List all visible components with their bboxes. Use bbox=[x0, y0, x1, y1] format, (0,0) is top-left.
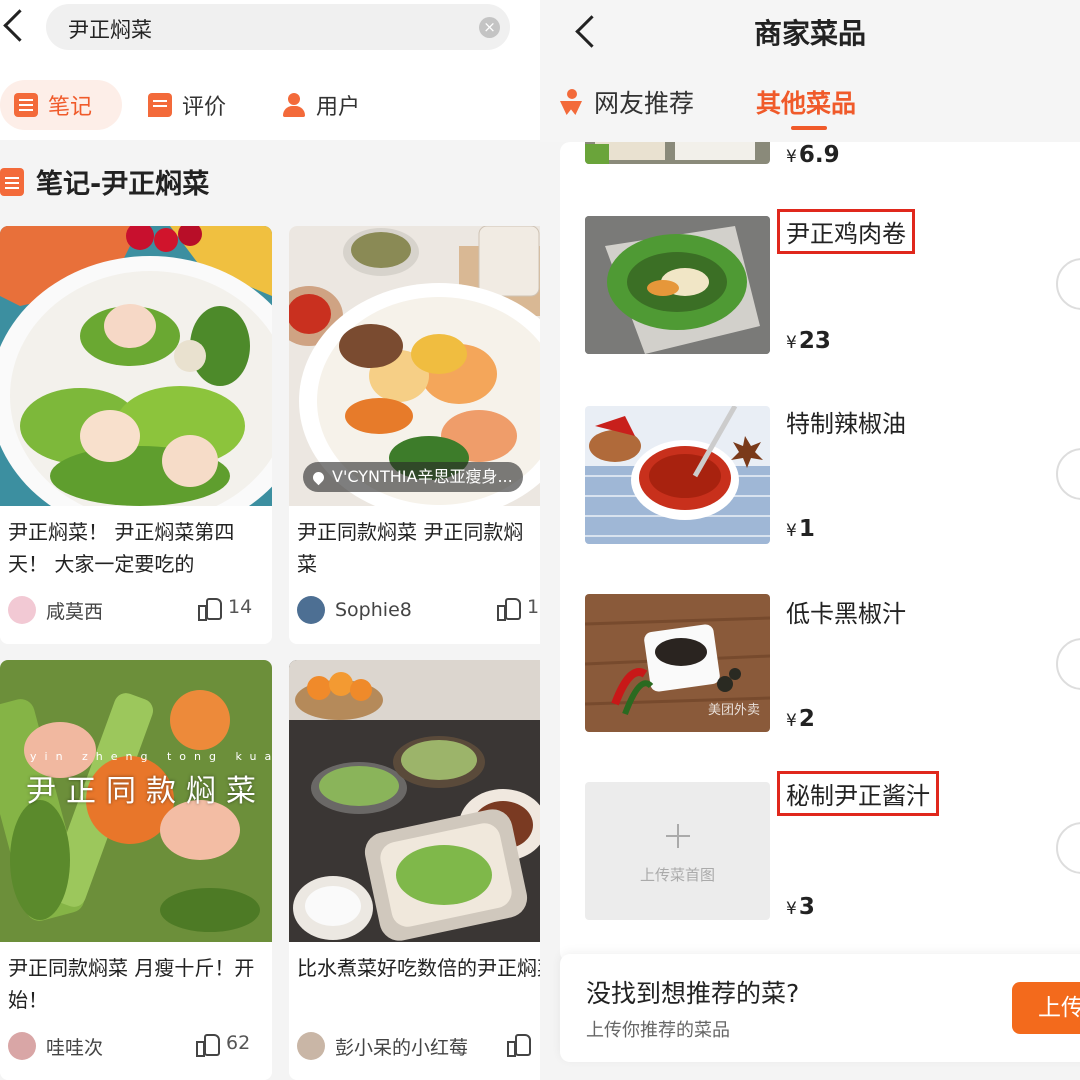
recommend-button[interactable] bbox=[1056, 822, 1080, 874]
image-watermark: 美团外卖 bbox=[707, 703, 760, 718]
dish-name-highlighted: 尹正鸡肉卷 bbox=[777, 209, 915, 254]
search-header: 尹正焖菜 × 笔记 评价 用户 bbox=[0, 0, 540, 140]
tab-user-recommend[interactable]: 网友推荐 bbox=[558, 84, 694, 120]
user-icon bbox=[282, 93, 306, 117]
dish-price: ¥2 bbox=[786, 706, 815, 732]
note-card[interactable]: 尹正焖菜！ 尹正焖菜第四天！ 大家一定要吃的 咸莫西 14 bbox=[0, 226, 272, 644]
like-count: 14 bbox=[228, 596, 253, 618]
author-name: Sophie8 bbox=[335, 599, 412, 621]
plus-icon bbox=[666, 824, 690, 848]
active-tab-indicator bbox=[791, 126, 827, 130]
page-title: 商家菜品 bbox=[753, 17, 866, 50]
dish-name-highlighted: 秘制尹正酱汁 bbox=[777, 771, 939, 816]
tab-reviews[interactable]: 评价 bbox=[148, 80, 226, 130]
tab-user-recommend-label: 网友推荐 bbox=[594, 89, 695, 118]
location-pin-icon bbox=[310, 469, 327, 485]
recommend-button[interactable] bbox=[1056, 638, 1080, 690]
tab-notes-label: 笔记 bbox=[48, 95, 93, 120]
search-input[interactable]: 尹正焖菜 × bbox=[46, 4, 510, 50]
tab-other-dishes[interactable]: 其他菜品 bbox=[756, 84, 856, 120]
note-card[interactable]: 比水煮菜好吃数倍的尹正焖菜我也来尝试一下减肉 彭小呆的小红莓 bbox=[289, 660, 540, 1080]
avatar bbox=[297, 596, 325, 624]
dish-image[interactable] bbox=[585, 142, 770, 164]
thumbs-up-icon bbox=[497, 596, 521, 621]
tab-notes[interactable]: 笔记 bbox=[0, 80, 122, 130]
note-image bbox=[289, 660, 540, 942]
location-badge[interactable]: V'CYNTHIA辛思亚瘦身... bbox=[303, 462, 523, 492]
like-count: 1 bbox=[527, 596, 540, 618]
like-button[interactable] bbox=[507, 1032, 537, 1057]
like-button[interactable]: 1 bbox=[497, 596, 540, 621]
note-author[interactable]: 哇哇次 bbox=[8, 1032, 103, 1060]
thumbs-up-icon bbox=[198, 596, 222, 621]
tab-reviews-label: 评价 bbox=[182, 95, 227, 120]
section-title: 笔记-尹正焖菜 bbox=[0, 162, 209, 201]
note-card[interactable]: V'CYNTHIA辛思亚瘦身... 尹正同款焖菜 尹正同款焖菜 Sophie8 … bbox=[289, 226, 540, 644]
note-image-overlay-text: 尹正同款焖菜 bbox=[26, 774, 266, 809]
note-author[interactable]: 彭小呆的小红莓 bbox=[297, 1032, 468, 1060]
merchant-dishes-panel: 商家菜品 网友推荐 其他菜品 ¥6.9 尹正鸡肉卷 ¥23 特制辣椒油 ¥1 美… bbox=[540, 0, 1080, 1080]
upload-placeholder-text: 上传菜首图 bbox=[639, 866, 715, 884]
page-header: 商家菜品 网友推荐 其他菜品 bbox=[540, 0, 1080, 142]
upload-button[interactable]: 上传 bbox=[1012, 982, 1080, 1034]
recommend-button[interactable] bbox=[1056, 258, 1080, 310]
back-arrow-icon[interactable] bbox=[0, 6, 30, 46]
like-button[interactable]: 14 bbox=[198, 596, 253, 621]
dish-price: ¥23 bbox=[786, 328, 831, 354]
dish-name: 特制辣椒油 bbox=[786, 410, 906, 438]
dish-image[interactable] bbox=[585, 216, 770, 354]
dish-price: ¥6.9 bbox=[786, 142, 840, 168]
recommend-button[interactable] bbox=[1056, 448, 1080, 500]
section-title-text: 笔记-尹正焖菜 bbox=[36, 169, 210, 200]
author-name: 哇哇次 bbox=[46, 1036, 104, 1059]
note-image bbox=[0, 226, 272, 506]
upload-prompt-subtitle: 上传你推荐的菜品 bbox=[586, 1020, 730, 1041]
clear-icon[interactable]: × bbox=[479, 17, 500, 38]
dish-price: ¥3 bbox=[786, 894, 815, 920]
upload-prompt-bar: 没找到想推荐的菜? 上传你推荐的菜品 上传 bbox=[560, 954, 1080, 1062]
dish-list[interactable]: ¥6.9 尹正鸡肉卷 ¥23 特制辣椒油 ¥1 美团外卖 低卡黑椒汁 ¥2 上传… bbox=[560, 142, 1080, 962]
dish-image[interactable]: 美团外卖 bbox=[585, 594, 770, 732]
review-icon bbox=[148, 93, 172, 117]
thumbs-up-icon bbox=[507, 1032, 531, 1057]
person-icon bbox=[558, 89, 584, 115]
dish-image[interactable] bbox=[585, 406, 770, 544]
avatar bbox=[8, 1032, 36, 1060]
note-title: 尹正同款焖菜 月瘦十斤！开始！ bbox=[8, 956, 255, 1012]
like-count: 62 bbox=[226, 1032, 251, 1054]
thumbs-up-icon bbox=[196, 1032, 220, 1057]
search-results-panel: 尹正焖菜 × 笔记 评价 用户 笔记-尹正焖菜 尹正焖菜！ 尹正焖菜第四天！ 大… bbox=[0, 0, 540, 1080]
note-card[interactable]: yin zheng tong kuan men cai 尹正同款焖菜 尹正同款焖… bbox=[0, 660, 272, 1080]
note-author[interactable]: 咸莫西 bbox=[8, 596, 103, 624]
avatar bbox=[8, 596, 36, 624]
note-image-overlay-pinyin: yin zheng tong kuan men cai bbox=[30, 750, 272, 763]
author-name: 彭小呆的小红莓 bbox=[335, 1036, 469, 1059]
note-title: 尹正焖菜！ 尹正焖菜第四天！ 大家一定要吃的 bbox=[8, 520, 235, 576]
upload-dish-image-button[interactable]: 上传菜首图 bbox=[585, 782, 770, 920]
search-query[interactable]: 尹正焖菜 bbox=[68, 14, 152, 44]
note-author[interactable]: Sophie8 bbox=[297, 596, 412, 624]
tab-users-label: 用户 bbox=[316, 95, 361, 120]
like-button[interactable]: 62 bbox=[196, 1032, 251, 1057]
notes-icon bbox=[0, 167, 24, 196]
tab-other-dishes-label: 其他菜品 bbox=[756, 89, 857, 118]
tab-users[interactable]: 用户 bbox=[282, 80, 360, 130]
note-title: 尹正同款焖菜 尹正同款焖菜 bbox=[297, 520, 524, 576]
author-name: 咸莫西 bbox=[46, 600, 104, 623]
dish-name: 低卡黑椒汁 bbox=[786, 600, 906, 628]
upload-prompt-title: 没找到想推荐的菜? bbox=[586, 979, 800, 1008]
location-text: V'CYNTHIA辛思亚瘦身... bbox=[332, 467, 513, 486]
note-title: 比水煮菜好吃数倍的尹正焖菜我也来尝试一下减肉 bbox=[297, 956, 540, 980]
avatar bbox=[297, 1032, 325, 1060]
dish-price: ¥1 bbox=[786, 516, 815, 542]
notes-icon bbox=[14, 93, 38, 117]
